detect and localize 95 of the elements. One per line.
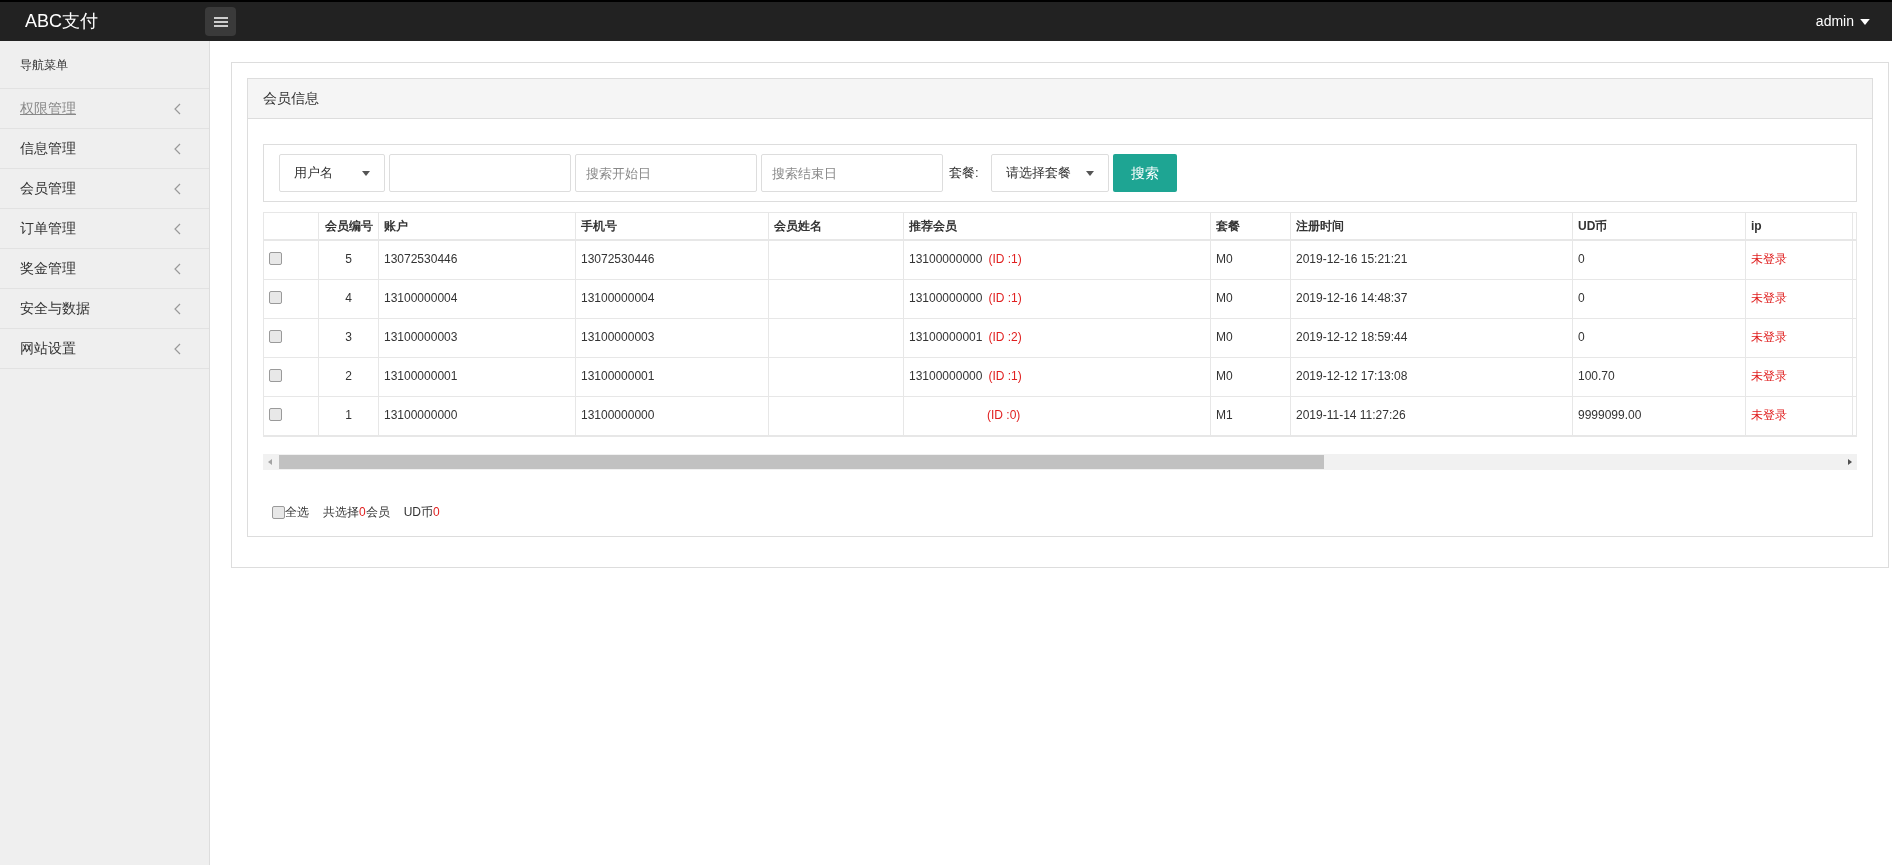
menu-icon — [213, 16, 228, 27]
sidebar-item[interactable]: 奖金管理 — [0, 249, 209, 289]
select-all-checkbox[interactable]: 全选 — [272, 503, 309, 521]
horizontal-scrollbar[interactable] — [263, 454, 1857, 470]
table-cell-text: 13100000003 — [384, 329, 458, 346]
table-cell-text: 未登录 — [1751, 290, 1787, 307]
table-cell-text: 未登录 — [1751, 329, 1787, 346]
ud-total-value: 0 — [433, 504, 440, 521]
caret-icon — [1085, 170, 1094, 176]
chevron-left-icon — [174, 342, 181, 355]
caret-icon — [1860, 18, 1870, 25]
selected-count-suffix: 会员 — [365, 504, 390, 521]
column-header: 手机号 — [576, 213, 769, 239]
table-cell: 13100000000 — [909, 369, 983, 383]
caret-icon — [362, 170, 370, 176]
table-cell-text: 2019-12-12 18:59:44 — [1296, 329, 1408, 346]
column-header: 注册时间 — [1291, 213, 1573, 239]
keyword-input[interactable] — [389, 154, 571, 192]
menu-toggle-button[interactable] — [205, 7, 236, 36]
chevron-left-icon — [174, 182, 181, 195]
table-cell-text: M0 — [1216, 368, 1233, 385]
column-header: 会员姓名 — [769, 213, 904, 239]
table-cell-text: 100.70 — [1578, 368, 1615, 385]
table-cell-text: 13100000004 — [581, 290, 655, 307]
sidebar-item[interactable]: 订单管理 — [0, 209, 209, 249]
package-label: 套餐: — [949, 164, 979, 183]
referrer-id: (ID :2) — [988, 329, 1022, 346]
table-cell-text: 3 — [345, 329, 352, 346]
chevron-left-icon — [174, 222, 181, 235]
table-cell-text: 13072530446 — [581, 251, 655, 268]
column-header: 推荐会员 — [904, 213, 1211, 239]
table-cell-text: 2 — [345, 368, 352, 385]
sidebar-item[interactable]: 会员管理 — [0, 169, 209, 209]
end-date-input[interactable]: 搜索结束日 — [761, 154, 943, 192]
table-cell-text: 未登录 — [1751, 407, 1787, 424]
table-cell-text: 未登录 — [1751, 251, 1787, 268]
table-cell-text: M0 — [1216, 290, 1233, 307]
table-cell-text: M1 — [1216, 407, 1233, 424]
table-cell-text: 2019-11-14 11:27:26 — [1296, 407, 1406, 424]
column-header: ip — [1746, 213, 1853, 239]
table-cell-text: 5 — [345, 251, 352, 268]
column-header: 账户 — [379, 213, 576, 239]
chevron-left-icon — [174, 262, 181, 275]
table-cell-text: 13100000003 — [581, 329, 655, 346]
brand-title[interactable]: ABC支付 — [25, 8, 205, 35]
checkbox[interactable] — [269, 408, 282, 421]
table-cell-text: 2019-12-16 15:21:21 — [1296, 251, 1408, 268]
checkbox[interactable] — [269, 252, 282, 265]
checkbox[interactable] — [269, 291, 282, 304]
sidebar-item[interactable]: 网站设置 — [0, 329, 209, 369]
table-cell-text: 2019-12-12 17:13:08 — [1296, 368, 1408, 385]
referrer-id: (ID :1) — [988, 290, 1022, 307]
table-cell-text: 13100000004 — [384, 290, 458, 307]
selected-count-label: 共选择 — [323, 504, 359, 521]
chevron-left-icon — [174, 302, 181, 315]
checkbox[interactable] — [269, 369, 282, 382]
table-cell-text: 13100000001 — [384, 368, 458, 385]
table-cell-text: 4 — [345, 290, 352, 307]
table-cell-text: 未登录 — [1751, 368, 1787, 385]
column-header: 套餐 — [1211, 213, 1291, 239]
ud-total-label: UD币 — [403, 504, 434, 521]
table-cell-text: 13072530446 — [384, 251, 458, 268]
checkbox[interactable] — [272, 505, 285, 519]
table-cell-text: 13100000001 — [581, 368, 655, 385]
user-menu[interactable]: admin — [1815, 11, 1870, 32]
table-cell-text: M0 — [1216, 329, 1233, 346]
table-cell-text: 9999099.00 — [1578, 407, 1642, 424]
field-select[interactable]: 用户名 — [279, 154, 385, 192]
table-cell-text: 13100000000 — [384, 407, 458, 424]
table-cell-text: 13100000000 — [581, 407, 655, 424]
sidebar-item[interactable]: 安全与数据 — [0, 289, 209, 329]
table-cell-text: 0 — [1578, 329, 1585, 346]
column-header: UD币 — [1573, 213, 1746, 239]
table-cell-text: M0 — [1216, 251, 1233, 268]
panel-title: 会员信息 — [248, 79, 1872, 119]
referrer-id: (ID :1) — [988, 368, 1022, 385]
start-date-input[interactable]: 搜索开始日 — [575, 154, 757, 192]
table-cell-text: 1 — [345, 407, 352, 424]
table-cell-text: 2019-12-16 14:48:37 — [1296, 290, 1408, 307]
sidebar-heading: 导航菜单 — [0, 41, 209, 89]
checkbox[interactable] — [269, 330, 282, 343]
table-cell-text: 0 — [1578, 251, 1585, 268]
table-cell-text: 0 — [1578, 290, 1585, 307]
table-cell: 13100000000 — [909, 291, 983, 305]
chevron-left-icon — [174, 102, 181, 115]
referrer-id: (ID :1) — [988, 251, 1022, 268]
sidebar-item[interactable]: 信息管理 — [0, 129, 209, 169]
selected-count: 0 — [359, 504, 366, 521]
chevron-left-icon — [174, 142, 181, 155]
scrollbar-thumb[interactable] — [279, 455, 1324, 469]
package-select[interactable]: 请选择套餐 — [990, 154, 1109, 192]
column-header: 会员编号 — [319, 213, 379, 239]
table-cell: 13100000000 — [909, 252, 983, 266]
table-cell: 13100000001 — [909, 330, 983, 344]
referrer-id: (ID :0) — [987, 407, 1021, 424]
